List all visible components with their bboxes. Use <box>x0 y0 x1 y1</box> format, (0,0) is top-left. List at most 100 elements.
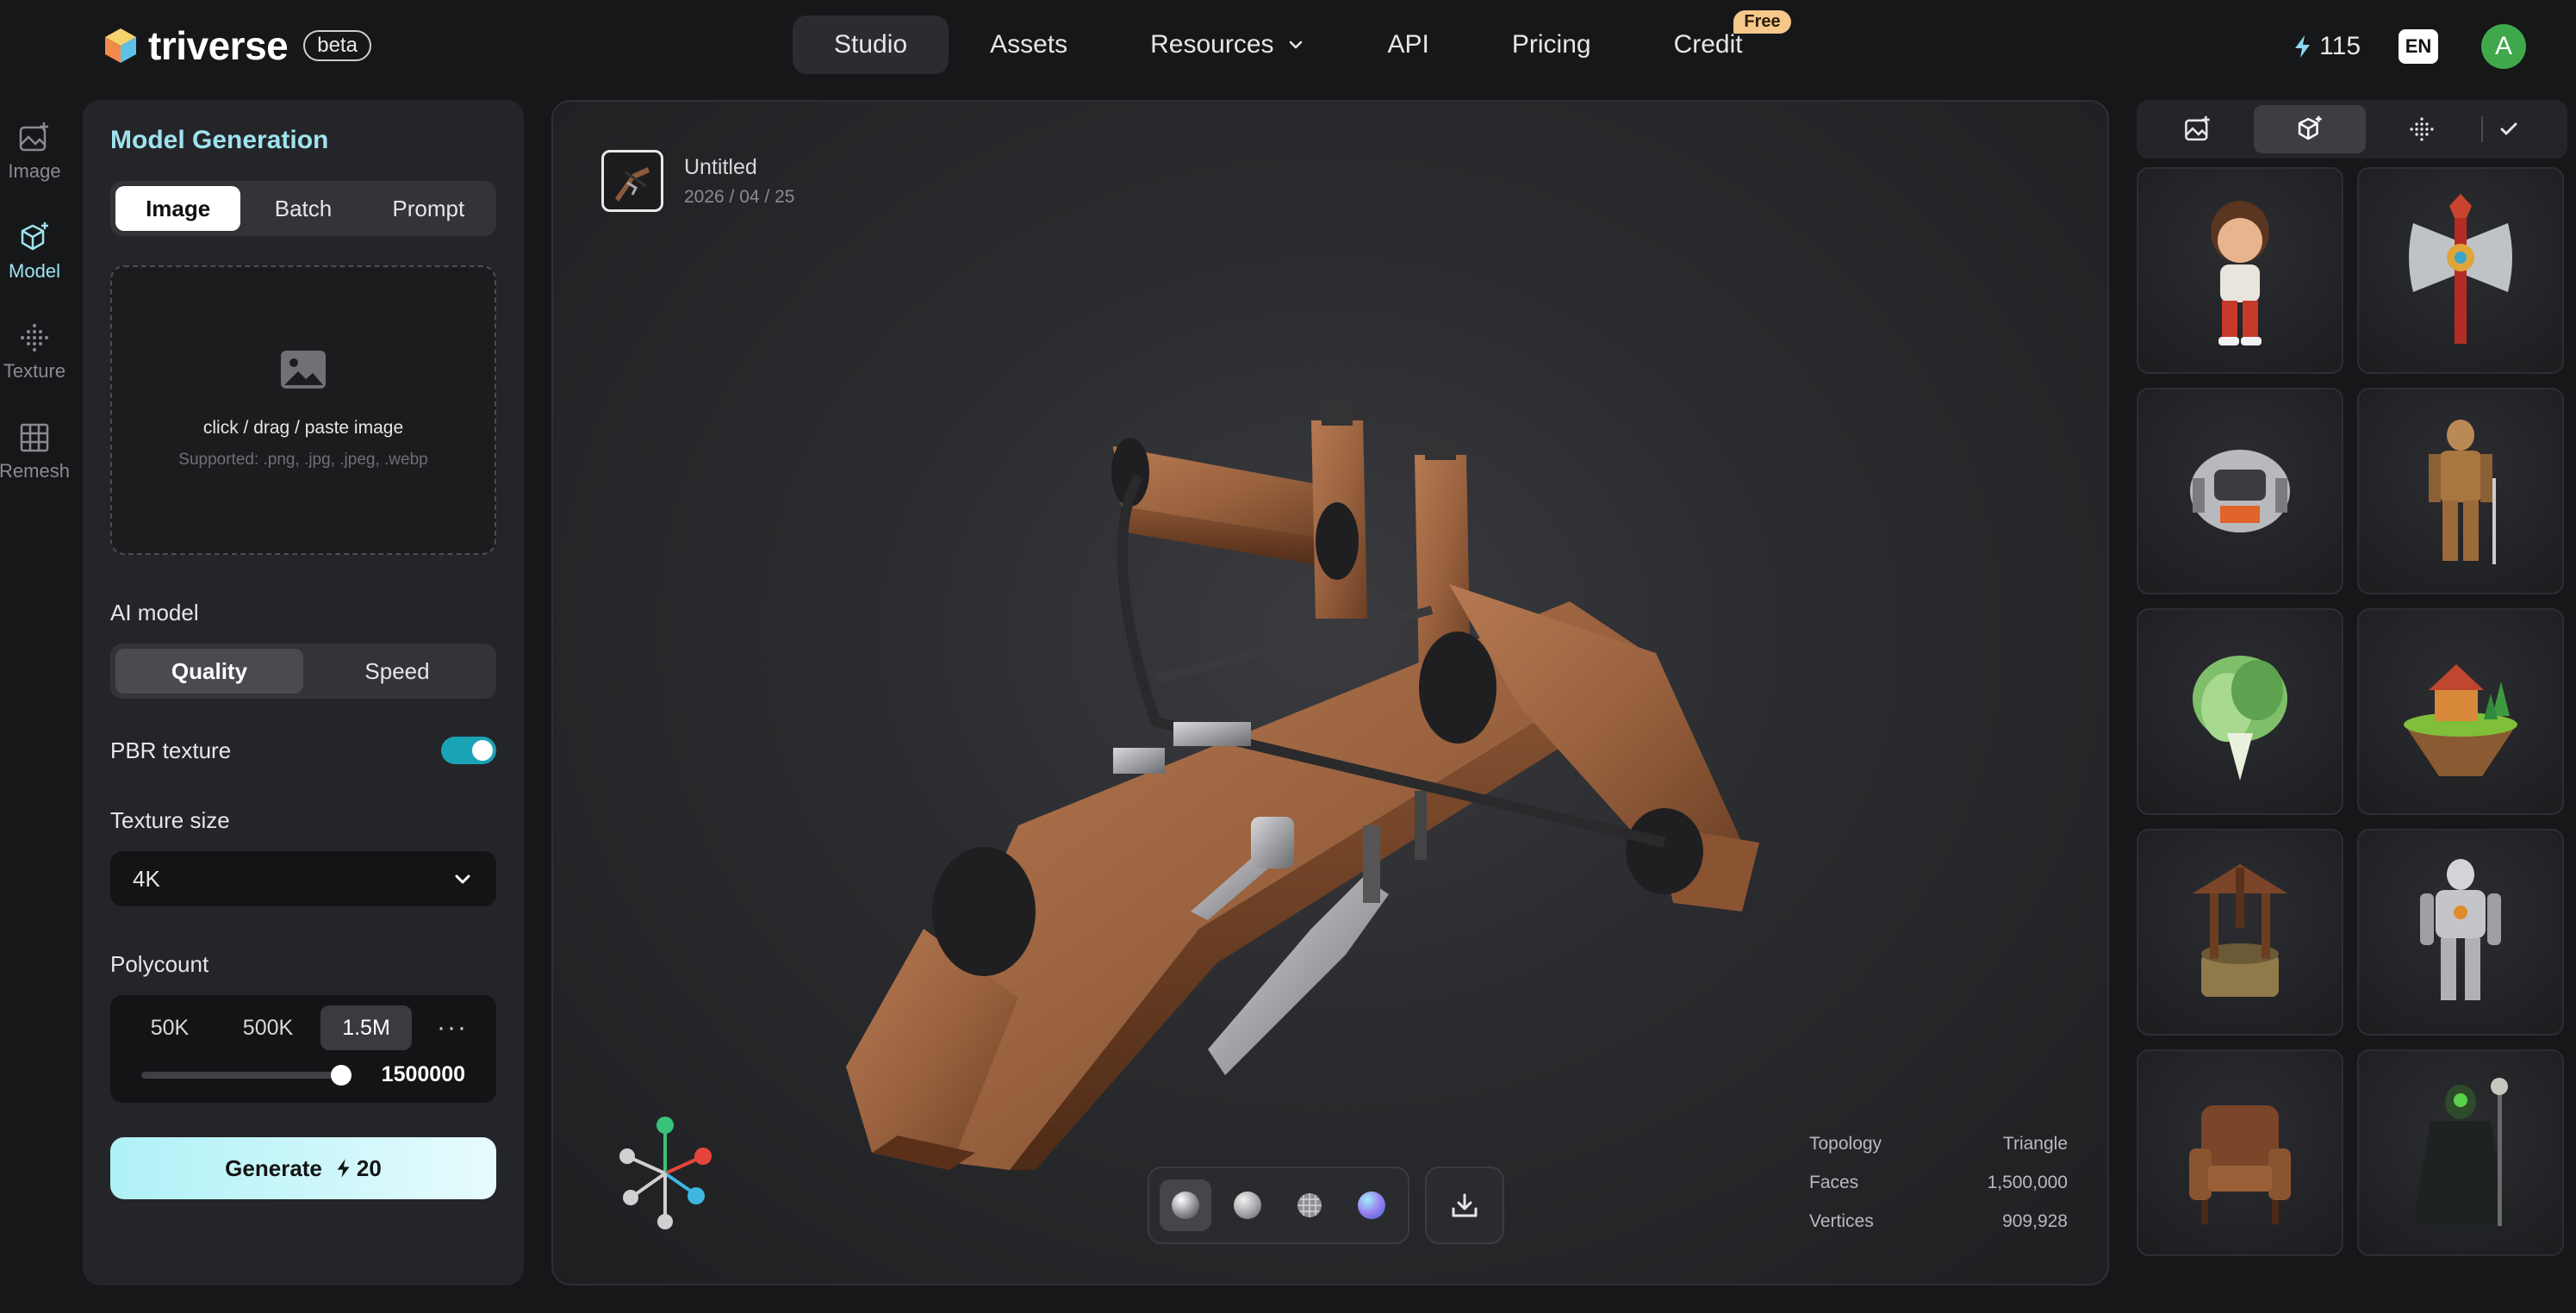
gallery-card-ornate-axe[interactable] <box>2357 167 2564 374</box>
dark-mage-thumb <box>2413 1078 2508 1226</box>
select-mode-button[interactable] <box>2492 119 2526 140</box>
polycount-slider[interactable] <box>141 1064 352 1086</box>
nav-studio[interactable]: Studio <box>793 16 949 74</box>
model-icon <box>2298 115 2322 140</box>
gallery-tab-image[interactable] <box>2142 105 2254 153</box>
gallery-card-silver-robot[interactable] <box>2357 829 2564 1036</box>
nav-api-label: API <box>1387 30 1429 59</box>
generation-panel: Model Generation Image Batch Prompt clic… <box>83 100 524 1285</box>
gallery-tabs <box>2137 100 2567 159</box>
nav-api[interactable]: API <box>1347 16 1471 74</box>
pbr-label: PBR texture <box>110 737 232 763</box>
clay-icon[interactable] <box>1222 1179 1273 1231</box>
pbr-row: PBR texture <box>110 737 496 764</box>
rail-item-model[interactable]: Model <box>0 221 69 283</box>
pbr-toggle[interactable] <box>441 737 496 764</box>
nav-studio-label: Studio <box>834 30 908 59</box>
gallery-tab-model[interactable] <box>2254 105 2366 153</box>
panel-title: Model Generation <box>110 126 329 154</box>
ornate-axe-thumb <box>2409 194 2512 344</box>
generate-cost: 20 <box>336 1155 382 1182</box>
nav-credit-label: Credit <box>1673 30 1743 59</box>
normal-icon[interactable] <box>1346 1179 1397 1231</box>
stat-label: Vertices <box>1809 1211 1874 1231</box>
brand-logo[interactable]: triverse beta <box>102 22 371 69</box>
shaded-icon[interactable] <box>1160 1179 1211 1231</box>
polycount-50k[interactable]: 50K <box>124 1005 215 1050</box>
brand-name: triverse <box>148 23 289 68</box>
stat-faces: Faces 1,500,000 <box>1809 1173 2068 1193</box>
tab-divider <box>2481 116 2483 142</box>
rail-item-texture-label: Texture <box>3 360 66 382</box>
gallery-card-leather-armchair[interactable] <box>2137 1049 2343 1256</box>
generate-button[interactable]: Generate 20 <box>110 1137 496 1199</box>
model-viewer[interactable]: Untitled 2026 / 04 / 25 Topology Triangl… <box>551 100 2109 1285</box>
avatar[interactable]: A <box>2481 24 2526 69</box>
gallery-card-wishing-well[interactable] <box>2137 829 2343 1036</box>
ai-model-toggle: Quality Speed <box>110 644 496 699</box>
slider-thumb[interactable] <box>331 1064 352 1086</box>
gallery-card-dark-mage[interactable] <box>2357 1049 2564 1256</box>
texture-size-label: Texture size <box>110 807 230 833</box>
rail-item-remesh-label: Remesh <box>0 460 70 482</box>
texture-icon <box>2410 117 2434 141</box>
robot-pod-thumb <box>2190 450 2290 532</box>
shading-toolbar <box>1148 1167 1504 1244</box>
triverse-logo-icon <box>105 28 136 63</box>
rail-item-image[interactable]: Image <box>0 121 69 183</box>
asset-thumbnail[interactable] <box>601 150 663 212</box>
gallery-card-cabbage[interactable] <box>2137 608 2343 815</box>
polycount-label: Polycount <box>110 951 209 977</box>
crossbow-model[interactable] <box>794 395 1828 1170</box>
shading-modes <box>1148 1167 1409 1244</box>
tab-image[interactable]: Image <box>115 186 241 231</box>
gallery-card-floating-island-house[interactable] <box>2357 608 2564 815</box>
polycount-control: 50K 500K 1.5M ··· 1500000 <box>110 995 496 1103</box>
language-switch[interactable]: EN <box>2399 29 2438 64</box>
polycount-1-5m[interactable]: 1.5M <box>320 1005 412 1050</box>
stat-label: Topology <box>1809 1134 1882 1154</box>
gallery-card-cartoon-boy[interactable] <box>2137 167 2343 374</box>
image-dropzone[interactable]: click / drag / paste image Supported: .p… <box>110 265 496 555</box>
nav-assets-label: Assets <box>990 30 1068 59</box>
nav-pricing[interactable]: Pricing <box>1471 16 1633 74</box>
floating-island-house-thumb <box>2404 664 2517 776</box>
stat-value: 1,500,000 <box>1987 1173 2068 1192</box>
image-plus-icon <box>19 122 48 152</box>
input-mode-tabs: Image Batch Prompt <box>110 181 496 236</box>
free-tag: Free <box>1733 10 1791 34</box>
cartoon-boy-thumb <box>2211 201 2269 345</box>
asset-date: 2026 / 04 / 25 <box>684 186 795 207</box>
texture-size-select[interactable]: 4K <box>110 851 496 906</box>
option-quality[interactable]: Quality <box>115 649 303 694</box>
axis-gizmo[interactable] <box>605 1113 725 1234</box>
wireframe-icon[interactable] <box>1284 1179 1335 1231</box>
grid-icon <box>20 423 49 452</box>
more-options-icon[interactable]: ··· <box>422 1013 482 1042</box>
lightning-icon <box>2295 35 2311 58</box>
dropzone-instructions: click / drag / paste image <box>202 418 404 438</box>
tab-prompt[interactable]: Prompt <box>366 186 491 231</box>
asset-name[interactable]: Untitled <box>684 155 794 180</box>
rail-item-texture[interactable]: Texture <box>0 320 69 383</box>
nav-assets[interactable]: Assets <box>949 16 1109 74</box>
download-button[interactable] <box>1425 1167 1504 1244</box>
nav-credit[interactable]: Credit Free <box>1633 10 1791 74</box>
gallery-card-robot-pod[interactable] <box>2137 388 2343 594</box>
download-icon <box>1452 1193 1478 1217</box>
silver-robot-thumb <box>2420 859 2501 1000</box>
check-icon <box>2500 122 2517 135</box>
polycount-500k[interactable]: 500K <box>222 1005 314 1050</box>
asset-header: Untitled 2026 / 04 / 25 <box>601 150 794 212</box>
texture-size-value: 4K <box>133 865 160 892</box>
image-placeholder-icon <box>281 351 326 389</box>
gallery-card-armored-knight[interactable] <box>2357 388 2564 594</box>
nav-resources[interactable]: Resources <box>1109 16 1346 74</box>
image-icon <box>2185 115 2210 141</box>
credits-balance[interactable]: 115 <box>2293 32 2361 61</box>
gallery-tab-texture[interactable] <box>2366 105 2478 153</box>
option-speed[interactable]: Speed <box>303 649 491 694</box>
cube-sparkle-icon <box>21 222 48 251</box>
rail-item-remesh[interactable]: Remesh <box>0 420 70 482</box>
tab-batch[interactable]: Batch <box>240 186 365 231</box>
